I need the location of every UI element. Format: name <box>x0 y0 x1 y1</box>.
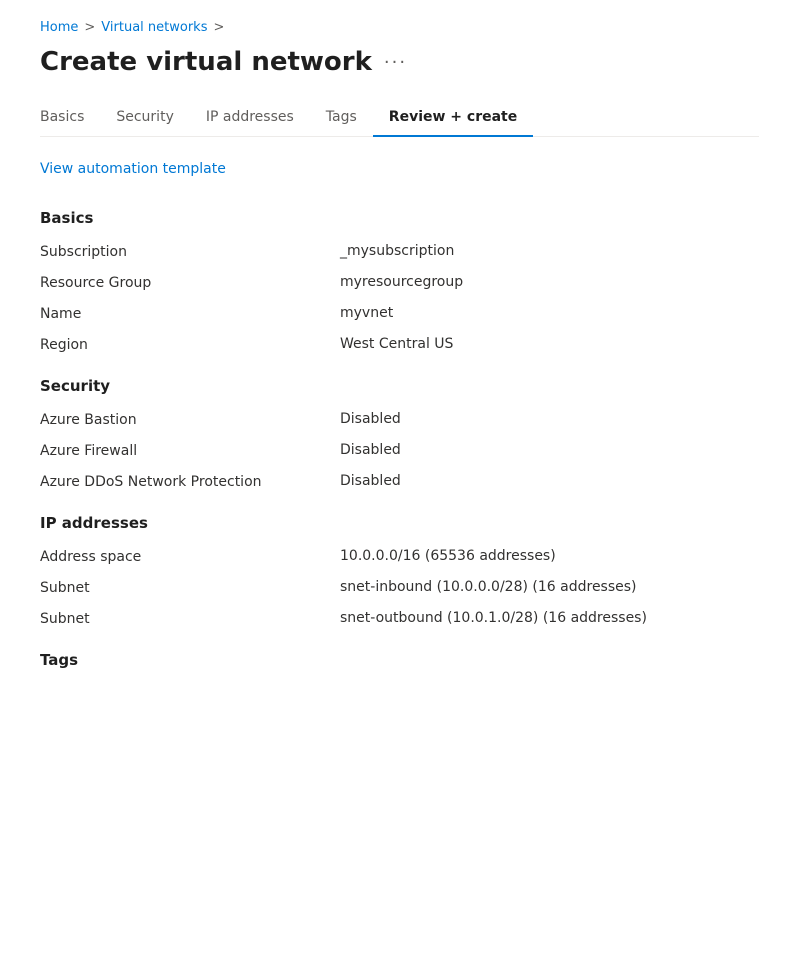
field-subnet-outbound-label: Subnet <box>40 610 340 627</box>
field-resource-group-label: Resource Group <box>40 274 340 291</box>
breadcrumb-separator-2: > <box>213 20 224 35</box>
field-address-space-label: Address space <box>40 548 340 565</box>
tabs-container: Basics Security IP addresses Tags Review… <box>40 101 759 137</box>
section-security-title: Security <box>40 377 759 395</box>
tab-tags[interactable]: Tags <box>310 101 373 137</box>
section-ip-addresses: IP addresses Address space 10.0.0.0/16 (… <box>40 514 759 627</box>
section-ip-addresses-title: IP addresses <box>40 514 759 532</box>
tab-review-create[interactable]: Review + create <box>373 101 533 137</box>
field-azure-ddos: Azure DDoS Network Protection Disabled <box>40 473 759 490</box>
field-name: Name myvnet <box>40 305 759 322</box>
field-azure-ddos-label: Azure DDoS Network Protection <box>40 473 340 490</box>
field-azure-firewall: Azure Firewall Disabled <box>40 442 759 459</box>
field-subnet-inbound-label: Subnet <box>40 579 340 596</box>
tab-security[interactable]: Security <box>100 101 190 137</box>
field-azure-bastion-label: Azure Bastion <box>40 411 340 428</box>
field-resource-group: Resource Group myresourcegroup <box>40 274 759 291</box>
field-subscription-value: _mysubscription <box>340 243 759 259</box>
field-name-label: Name <box>40 305 340 322</box>
page-title: Create virtual network <box>40 47 372 77</box>
section-security: Security Azure Bastion Disabled Azure Fi… <box>40 377 759 490</box>
tab-basics[interactable]: Basics <box>40 101 100 137</box>
field-region-value: West Central US <box>340 336 759 352</box>
section-tags-title: Tags <box>40 651 759 669</box>
field-subscription: Subscription _mysubscription <box>40 243 759 260</box>
ellipsis-button[interactable]: ··· <box>384 52 407 73</box>
field-region: Region West Central US <box>40 336 759 353</box>
field-subnet-inbound: Subnet snet-inbound (10.0.0.0/28) (16 ad… <box>40 579 759 596</box>
field-azure-firewall-label: Azure Firewall <box>40 442 340 459</box>
breadcrumb-home[interactable]: Home <box>40 20 78 35</box>
field-region-label: Region <box>40 336 340 353</box>
field-azure-ddos-value: Disabled <box>340 473 759 489</box>
field-address-space: Address space 10.0.0.0/16 (65536 address… <box>40 548 759 565</box>
automation-template-link[interactable]: View automation template <box>40 161 226 177</box>
field-azure-bastion: Azure Bastion Disabled <box>40 411 759 428</box>
page-title-row: Create virtual network ··· <box>40 47 759 77</box>
field-address-space-value: 10.0.0.0/16 (65536 addresses) <box>340 548 759 564</box>
field-azure-bastion-value: Disabled <box>340 411 759 427</box>
field-resource-group-value: myresourcegroup <box>340 274 759 290</box>
breadcrumb-separator-1: > <box>84 20 95 35</box>
section-basics: Basics Subscription _mysubscription Reso… <box>40 209 759 353</box>
section-basics-title: Basics <box>40 209 759 227</box>
breadcrumb: Home > Virtual networks > <box>40 20 759 35</box>
breadcrumb-virtual-networks[interactable]: Virtual networks <box>101 20 207 35</box>
field-subnet-outbound-value: snet-outbound (10.0.1.0/28) (16 addresse… <box>340 610 759 626</box>
field-azure-firewall-value: Disabled <box>340 442 759 458</box>
section-tags: Tags <box>40 651 759 669</box>
field-subnet-outbound: Subnet snet-outbound (10.0.1.0/28) (16 a… <box>40 610 759 627</box>
field-name-value: myvnet <box>340 305 759 321</box>
field-subscription-label: Subscription <box>40 243 340 260</box>
field-subnet-inbound-value: snet-inbound (10.0.0.0/28) (16 addresses… <box>340 579 759 595</box>
tab-ip-addresses[interactable]: IP addresses <box>190 101 310 137</box>
